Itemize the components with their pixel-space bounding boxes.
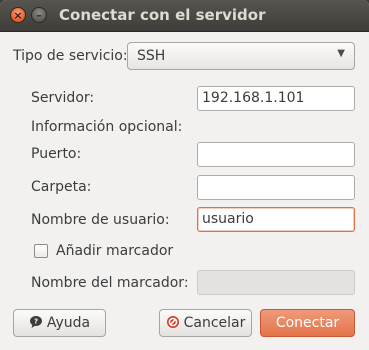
close-icon[interactable]: × [10,7,26,23]
chevron-down-icon: ▼ [337,48,345,59]
window-title: Conectar con el servidor [59,6,266,24]
help-button[interactable]: ? Ayuda [13,309,106,337]
add-bookmark-label[interactable]: Añadir marcador [56,243,173,259]
cancel-button[interactable]: Cancelar [159,309,252,337]
connect-button[interactable]: Conectar [260,309,355,337]
bookmark-name-input [197,270,355,295]
optional-info-heading: Información opcional: [31,119,183,135]
cancel-button-label: Cancelar [183,315,246,331]
folder-label: Carpeta: [31,179,92,195]
titlebar: × – Conectar con el servidor [0,0,369,32]
connect-to-server-dialog: × – Conectar con el servidor Tipo de ser… [0,0,369,350]
port-label: Puerto: [31,146,82,162]
help-button-label: Ayuda [46,315,91,331]
help-icon: ? [29,316,42,328]
cancel-icon [166,316,179,328]
svg-text:?: ? [34,318,38,326]
username-input[interactable]: usuario [197,207,355,232]
minimize-icon[interactable]: – [31,7,47,23]
port-input[interactable] [197,142,355,167]
username-label: Nombre de usuario: [31,212,170,228]
service-type-label: Tipo de servicio: [13,48,128,64]
bookmark-name-label: Nombre del marcador: [31,275,189,291]
server-input[interactable]: 192.168.1.101 [197,86,355,111]
service-type-select[interactable]: SSH ▼ [127,42,355,70]
folder-input[interactable] [197,175,355,200]
connect-button-label: Conectar [275,315,340,331]
service-type-value: SSH [137,48,166,64]
server-label: Servidor: [31,90,95,106]
add-bookmark-checkbox[interactable] [34,244,48,258]
